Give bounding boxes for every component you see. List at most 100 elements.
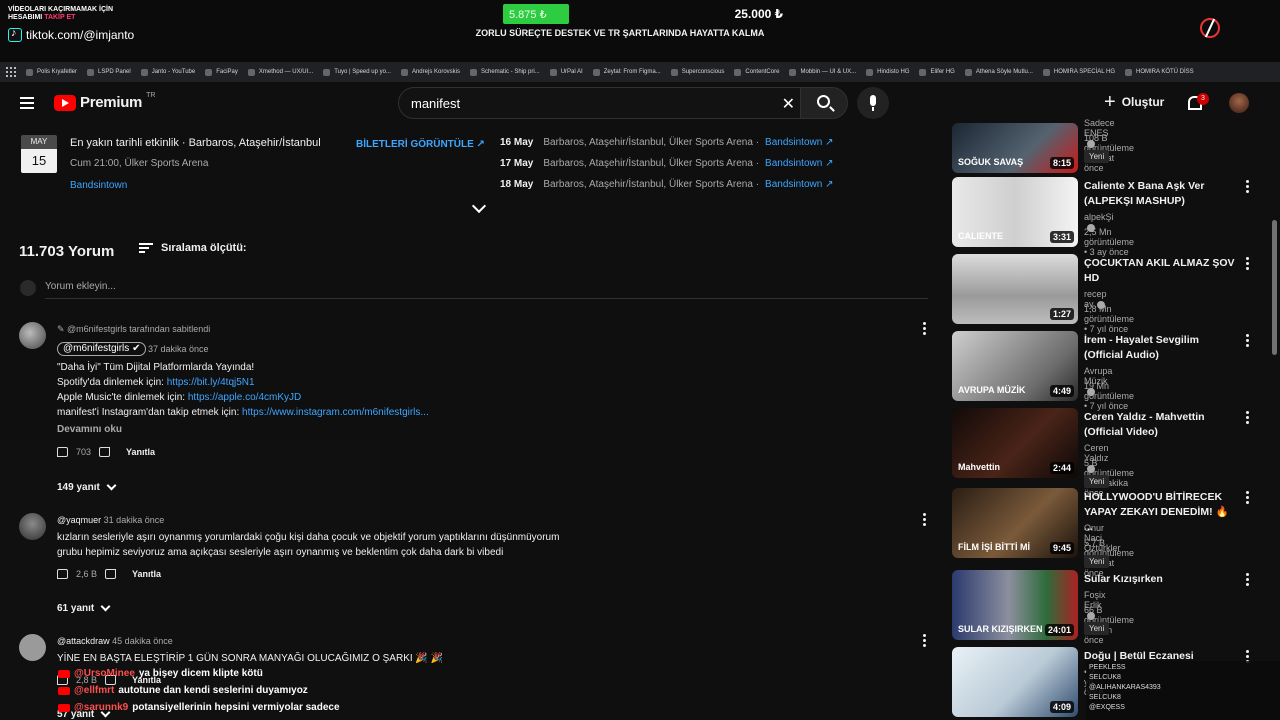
comment-more-icon[interactable] bbox=[923, 634, 927, 648]
bookmark-item[interactable]: Superconscious bbox=[670, 68, 724, 76]
video-more-icon[interactable] bbox=[1246, 334, 1250, 348]
video-more-icon[interactable] bbox=[1246, 491, 1250, 505]
video-thumbnail[interactable]: Mahvettin 2:44 bbox=[952, 408, 1078, 478]
verified-icon: ✔ bbox=[132, 343, 141, 354]
thumbnail-text: Mahvettin bbox=[958, 462, 1001, 472]
bookmark-item[interactable]: Zeytal: From Figma... bbox=[592, 68, 661, 76]
chat-username: @ellfmrt bbox=[74, 685, 115, 696]
bookmark-item[interactable]: UrPal AI bbox=[549, 68, 583, 76]
youtube-chat-icon bbox=[58, 669, 70, 678]
video-title[interactable]: Sular Kızışırken bbox=[1084, 572, 1236, 587]
clear-search-icon[interactable]: ✕ bbox=[782, 94, 795, 114]
comment-more-icon[interactable] bbox=[923, 322, 927, 336]
mini-chat-row: @ALIHANKARAS4393 bbox=[1089, 684, 1161, 691]
bookmark-item[interactable]: Polis Kıyafetler bbox=[26, 68, 77, 76]
view-replies-button[interactable]: 61 yanıt bbox=[57, 601, 111, 614]
comment-author[interactable]: @yaqmuer bbox=[57, 515, 101, 525]
bookmark-item[interactable]: Mobbin — UI & UX... bbox=[789, 68, 856, 76]
video-title[interactable]: İrem - Hayalet Sevgilim (Official Audio) bbox=[1084, 333, 1236, 363]
video-title[interactable]: Caliente X Bana Aşk Ver (ALPEKŞI MASHUP) bbox=[1084, 179, 1236, 209]
video-thumbnail[interactable]: SULAR KIZIŞIRKEN 24:01 bbox=[952, 570, 1078, 640]
video-more-icon[interactable] bbox=[1246, 411, 1250, 425]
sort-comments-button[interactable]: Sıralama ölçütü: bbox=[139, 242, 247, 254]
bookmark-favicon-icon bbox=[400, 68, 408, 76]
apple-music-link[interactable]: https://apple.co/4cmKyJD bbox=[188, 392, 301, 403]
instagram-link[interactable]: https://www.instagram.com/m6nifestgirls.… bbox=[242, 407, 429, 418]
mini-chat-row: PEEKLESS bbox=[1089, 664, 1126, 671]
search-box: ✕ bbox=[398, 87, 808, 119]
dislike-icon[interactable] bbox=[99, 447, 111, 457]
event-subtitle: Cum 21:00, Ülker Sports Arena bbox=[70, 158, 209, 169]
bookmark-item[interactable]: Hindisto HG bbox=[866, 68, 909, 76]
page-scrollbar[interactable] bbox=[1272, 220, 1277, 355]
video-thumbnail[interactable]: SOĞUK SAVAŞ 8:15 bbox=[952, 123, 1078, 173]
bookmark-label: Andrejs Korovskis bbox=[411, 69, 460, 75]
read-more-button[interactable]: Devamını oku bbox=[57, 424, 122, 435]
stream-overlay-bar: VİDEOLARI KAÇIRMAMAK İÇİN HESABIMI TAKİP… bbox=[0, 0, 1280, 62]
chat-text: autotune dan kendi seslerini duyamıyoz bbox=[118, 685, 308, 696]
bookmark-favicon-icon bbox=[789, 68, 797, 76]
spotify-link[interactable]: https://bit.ly/4tqj5N1 bbox=[167, 377, 255, 388]
video-more-icon[interactable] bbox=[1246, 573, 1250, 587]
comment-avatar[interactable] bbox=[19, 513, 46, 540]
bookmark-item[interactable]: LSPD Panel bbox=[87, 68, 131, 76]
video-more-icon[interactable] bbox=[1246, 180, 1250, 194]
bookmark-item[interactable]: HOMIRA SPECİAL HG bbox=[1042, 68, 1115, 76]
search-button[interactable] bbox=[800, 87, 848, 119]
bookmark-item[interactable]: Janto - YouTube bbox=[140, 68, 195, 76]
menu-icon[interactable] bbox=[20, 97, 34, 109]
voice-search-button[interactable] bbox=[857, 87, 889, 119]
bookmark-item[interactable]: Andrejs Korovskis bbox=[400, 68, 460, 76]
comment-author-chip[interactable]: @m6nifestgirls ✔ bbox=[57, 342, 147, 356]
bookmark-item[interactable]: Xmethod — UX/UI... bbox=[247, 68, 313, 76]
comment-avatar[interactable] bbox=[19, 322, 46, 349]
video-duration: 4:49 bbox=[1049, 385, 1074, 397]
video-title[interactable]: ÇOCUKTAN AKIL ALMAZ ŞOV HD bbox=[1084, 256, 1236, 286]
create-button[interactable]: + Oluştur bbox=[1104, 92, 1164, 112]
video-thumbnail[interactable]: 1:27 bbox=[952, 254, 1078, 324]
reply-button[interactable]: Yanıtla bbox=[132, 569, 161, 579]
view-replies-button[interactable]: 149 yanıt bbox=[57, 480, 117, 493]
bookmark-item[interactable]: Tuyo | Speed up yo... bbox=[323, 68, 391, 76]
comment-header: @yaqmuer 31 dakika önce bbox=[57, 515, 164, 525]
bookmark-favicon-icon bbox=[592, 68, 600, 76]
expand-events-chevron-icon[interactable] bbox=[471, 198, 487, 214]
bookmark-item[interactable]: HOMIRA KÖTÜ DİSS bbox=[1125, 68, 1194, 76]
donation-goal: 25.000 ₺ bbox=[734, 7, 783, 21]
comment-more-icon[interactable] bbox=[923, 513, 927, 527]
video-thumbnail[interactable]: FİLM İŞİ BİTTİ Mİ 9:45 bbox=[952, 488, 1078, 558]
add-comment-input[interactable]: Yorum ekleyin... bbox=[45, 281, 116, 292]
event-row-source-link[interactable]: Bandsintown ↗ bbox=[765, 158, 833, 169]
comment-author[interactable]: @attackdraw bbox=[57, 636, 110, 646]
video-more-icon[interactable] bbox=[1246, 257, 1250, 271]
bookmark-item[interactable]: Schematic - Ship pri... bbox=[470, 68, 540, 76]
bookmark-item[interactable]: Athena Söyle Mutlu... bbox=[964, 68, 1033, 76]
like-icon[interactable] bbox=[57, 569, 68, 579]
comment-avatar[interactable] bbox=[19, 634, 46, 661]
chevron-down-icon bbox=[100, 601, 111, 612]
youtube-logo[interactable]: Premium TR bbox=[54, 92, 155, 111]
new-badge: Yeni bbox=[1084, 150, 1110, 163]
new-badge: Yeni bbox=[1084, 555, 1110, 568]
event-source-link[interactable]: Bandsintown bbox=[70, 180, 127, 191]
apps-grid-icon[interactable] bbox=[6, 67, 16, 77]
account-avatar[interactable] bbox=[1229, 93, 1249, 113]
event-row-source-link[interactable]: Bandsintown ↗ bbox=[765, 179, 833, 190]
video-title[interactable]: Ceren Yaldız - Mahvettin (Official Video… bbox=[1084, 410, 1236, 440]
dislike-icon[interactable] bbox=[105, 569, 117, 579]
reply-button[interactable]: Yanıtla bbox=[126, 447, 155, 457]
video-thumbnail[interactable]: CALIENTE 3:31 bbox=[952, 177, 1078, 247]
bookmark-item[interactable]: Elifer HG bbox=[919, 68, 955, 76]
event-row-source-link[interactable]: Bandsintown ↗ bbox=[765, 137, 833, 148]
chat-username: @UrsoMinee bbox=[74, 668, 135, 679]
view-tickets-link[interactable]: BİLETLERİ GÖRÜNTÜLE ↗ bbox=[356, 139, 485, 150]
video-thumbnail[interactable]: 4:09 bbox=[952, 647, 1078, 717]
bookmark-item[interactable]: FaciPay bbox=[205, 68, 238, 76]
search-input[interactable] bbox=[399, 88, 759, 118]
like-icon[interactable] bbox=[57, 447, 68, 457]
bookmark-item[interactable]: ContentCore bbox=[734, 68, 779, 76]
bookmark-label: FaciPay bbox=[216, 69, 238, 75]
video-thumbnail[interactable]: AVRUPA MÜZİK 4:49 bbox=[952, 331, 1078, 401]
pin-icon: ✎ bbox=[57, 324, 68, 334]
bookmark-label: Tuyo | Speed up yo... bbox=[334, 69, 391, 75]
